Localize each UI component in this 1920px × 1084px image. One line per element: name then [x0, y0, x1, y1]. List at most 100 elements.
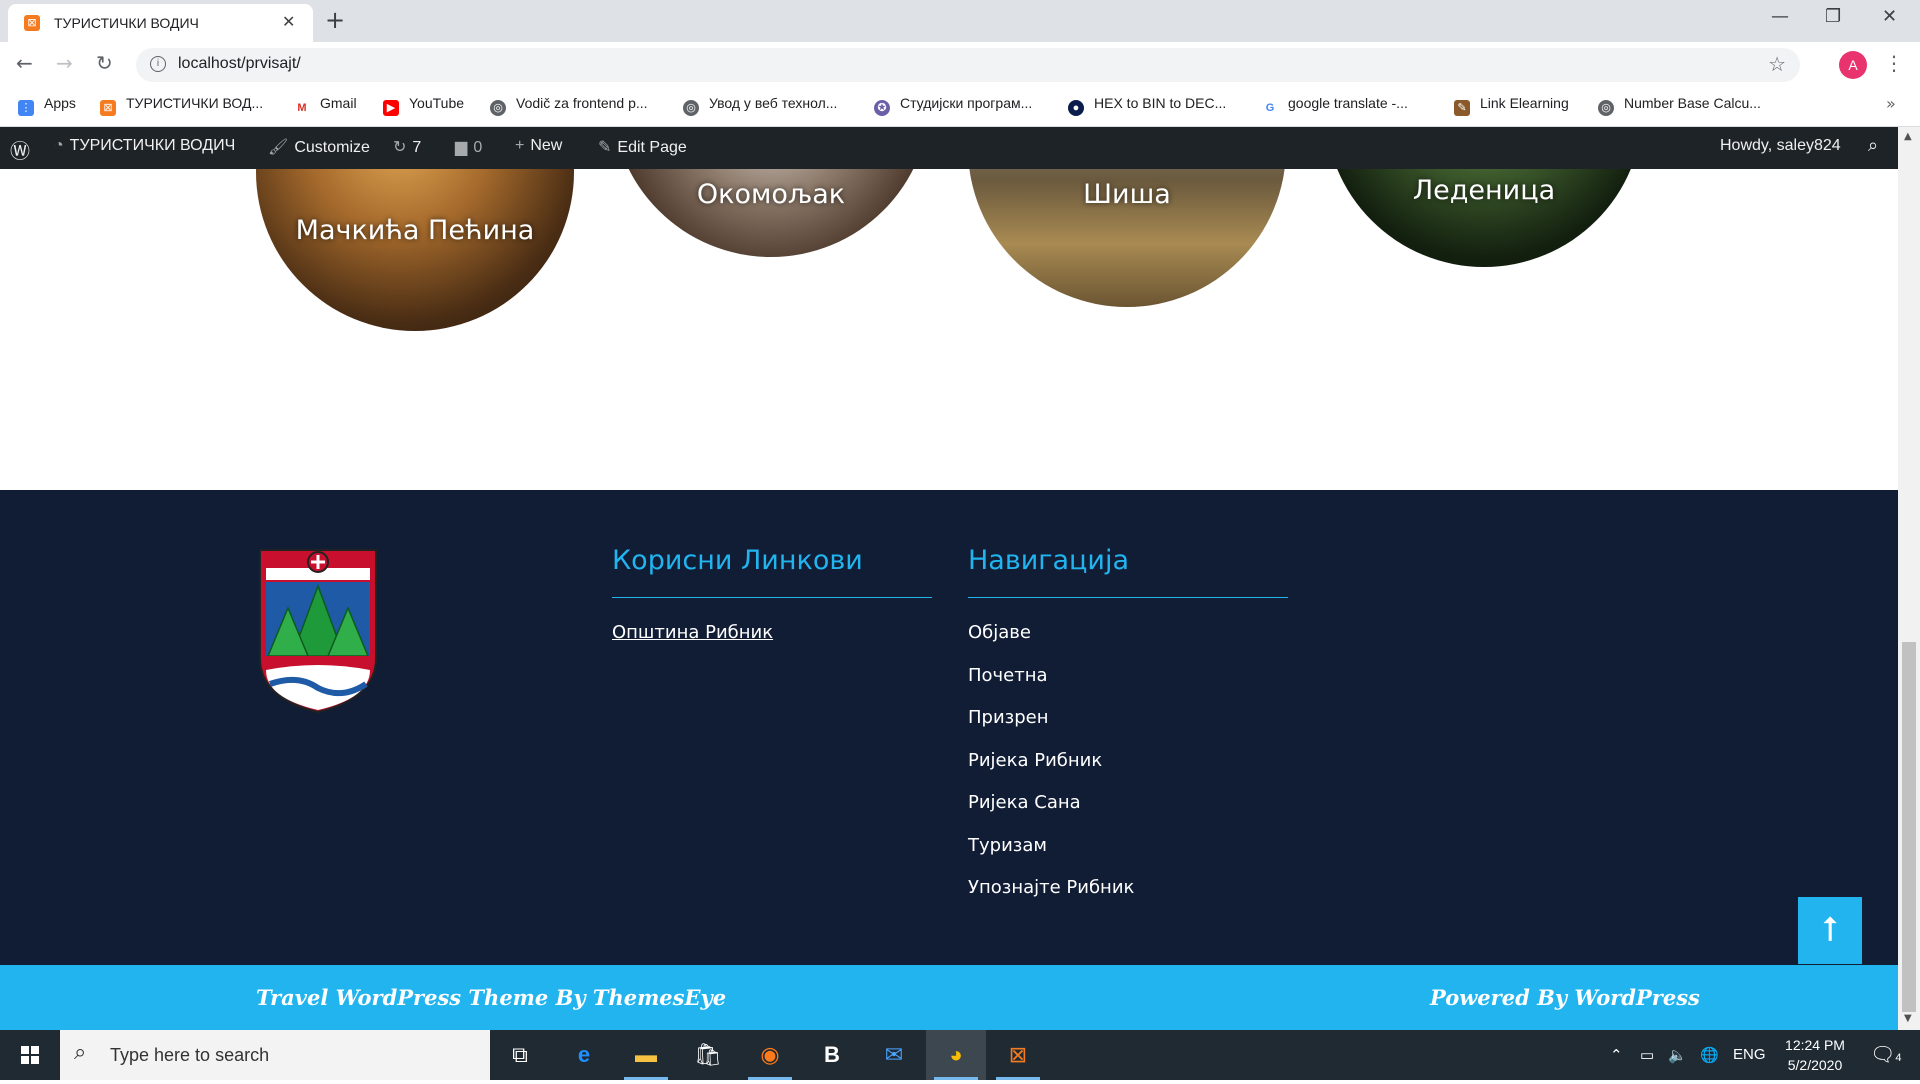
footer-nav-rijeka-ribnik[interactable]: Ријека Рибник: [968, 750, 1102, 771]
browser-tab[interactable]: ⊠ ТУРИСТИЧКИ ВОДИЧ ✕: [8, 4, 313, 42]
place-card-okomoljak[interactable]: Окомољак: [612, 169, 930, 257]
search-icon[interactable]: ⌕: [1868, 135, 1878, 156]
arrow-up-icon: ⭡: [1822, 910, 1838, 950]
store-icon[interactable]: 🛍: [678, 1030, 738, 1080]
file-explorer-icon[interactable]: ▬: [616, 1030, 676, 1080]
footer-nav-prizren[interactable]: Призрен: [968, 707, 1049, 728]
globe-icon: ◎: [1598, 100, 1614, 116]
bootstrap-studio-icon[interactable]: B: [802, 1030, 862, 1080]
municipality-coat-of-arms-icon: [259, 549, 377, 714]
bookmark-youtube[interactable]: ▶ YouTube: [383, 95, 464, 117]
site-info-icon[interactable]: i: [150, 56, 166, 72]
bookmark-studijski[interactable]: ✪ Студијски програм...: [874, 95, 1032, 117]
bookmark-apps[interactable]: ⋮ Apps: [18, 95, 76, 117]
wp-howdy-user[interactable]: Howdy, saley824: [1720, 137, 1841, 155]
show-hidden-icons-icon[interactable]: ⌃: [1610, 1046, 1623, 1064]
bookmark-gmail[interactable]: M Gmail: [294, 95, 357, 117]
wp-admin-bar: Ⓦ ◔ ТУРИСТИЧКИ ВОДИЧ 🖌 Customize ↻ 7 ▆ 0 + Ne…: [0, 127, 1898, 169]
start-button[interactable]: [0, 1030, 60, 1080]
battery-icon[interactable]: ▭: [1640, 1046, 1654, 1064]
bookmark-link-elearning[interactable]: ✎ Link Elearning: [1454, 95, 1569, 117]
wp-site-name[interactable]: ◔ ТУРИСТИЧКИ ВОДИЧ: [54, 137, 235, 155]
firefox-icon[interactable]: ◉: [740, 1030, 800, 1080]
globe-icon: ◎: [683, 100, 699, 116]
bookmark-google-translate[interactable]: Ggoogle translate -...: [1262, 95, 1408, 117]
more-bookmarks-icon[interactable]: »: [1886, 94, 1896, 113]
wp-customize[interactable]: 🖌 Customize: [268, 137, 370, 157]
notification-center-icon[interactable]: 🗨4: [1870, 1042, 1902, 1067]
place-card-shisha[interactable]: Шиша: [968, 169, 1286, 307]
footer-nav-rijeka-sana[interactable]: Ријека Сана: [968, 792, 1081, 813]
powered-by-link[interactable]: Powered By WordPress: [1430, 985, 1700, 1010]
search-icon: ⌕: [74, 1040, 87, 1065]
network-globe-icon[interactable]: 🌐: [1700, 1046, 1719, 1064]
wordpress-logo-icon[interactable]: Ⓦ: [10, 135, 30, 164]
browser-menu-icon[interactable]: ⋮: [1884, 51, 1904, 75]
bookmark-star-icon[interactable]: ☆: [1768, 52, 1786, 76]
xampp-icon: ⊠: [100, 100, 116, 116]
taskbar-search[interactable]: ⌕ Type here to search: [60, 1030, 490, 1080]
wp-edit-page[interactable]: ✎ Edit Page: [598, 137, 687, 157]
notification-count: 4: [1895, 1052, 1902, 1064]
google-icon: G: [1262, 100, 1278, 116]
minimize-window-button[interactable]: —: [1771, 6, 1789, 27]
places-section: Мачкића Пећина Окомољак Шиша Леденица: [0, 169, 1898, 490]
bookmark-hex-bin[interactable]: ● HEX to BIN to DEC...: [1068, 95, 1226, 117]
task-view-icon[interactable]: ⧉: [490, 1030, 550, 1080]
footer-nav-upoznajte-ribnik[interactable]: Упознајте Рибник: [968, 877, 1134, 898]
footer-credits-bar: Travel WordPress Theme By ThemesEye Powe…: [0, 965, 1898, 1030]
bookmark-vodic-frontend[interactable]: ◎ Vodič za frontend p...: [490, 95, 648, 117]
forward-icon[interactable]: →: [56, 51, 73, 75]
close-tab-icon[interactable]: ✕: [282, 12, 295, 31]
scrollbar-thumb[interactable]: [1902, 642, 1916, 1012]
theme-credit-link[interactable]: Travel WordPress Theme By ThemesEye: [256, 985, 726, 1010]
input-language[interactable]: ENG: [1733, 1046, 1766, 1063]
edge-icon[interactable]: e: [554, 1030, 614, 1080]
restore-window-button[interactable]: ❐: [1825, 6, 1841, 27]
footer-nav-pocetna[interactable]: Почетна: [968, 665, 1048, 686]
youtube-icon: ▶: [383, 100, 399, 116]
footer-navigation-title: Навигација: [968, 545, 1130, 576]
bookmark-number-base[interactable]: ◎ Number Base Calcu...: [1598, 95, 1761, 117]
volume-icon[interactable]: 🔈: [1668, 1046, 1687, 1064]
place-name: Леденица: [1412, 175, 1556, 206]
wp-updates[interactable]: ↻ 7: [393, 137, 421, 157]
url-text[interactable]: localhost/prvisajt/: [178, 55, 301, 73]
xampp-taskbar-icon[interactable]: ⊠: [988, 1030, 1048, 1080]
footer-nav-turizam[interactable]: Туризам: [968, 835, 1047, 856]
brush-icon: 🖌: [268, 139, 289, 156]
page-scrollbar[interactable]: ▲ ▼: [1898, 127, 1920, 1030]
footer-nav-objave[interactable]: Објаве: [968, 622, 1031, 643]
footer-divider: [612, 597, 932, 598]
back-icon[interactable]: ←: [16, 51, 33, 75]
system-clock[interactable]: 12:24 PM 5/2/2020: [1770, 1035, 1860, 1075]
footer-link-opstina-ribnik[interactable]: Општина Рибник: [612, 622, 773, 643]
chrome-icon[interactable]: ◕: [926, 1030, 986, 1080]
wp-new[interactable]: + New: [515, 137, 562, 155]
university-seal-icon: ✪: [874, 100, 890, 116]
site-footer: Корисни Линкови Општина Рибник Навигациј…: [0, 490, 1898, 965]
scroll-up-arrow-icon[interactable]: ▲: [1904, 131, 1912, 142]
footer-divider: [968, 597, 1288, 598]
place-card-machkica-pecina[interactable]: Мачкића Пећина: [256, 169, 574, 331]
profile-avatar[interactable]: A: [1839, 51, 1867, 79]
scroll-down-arrow-icon[interactable]: ▼: [1904, 1013, 1912, 1024]
place-name: Окомољак: [696, 179, 846, 210]
address-bar[interactable]: i localhost/prvisajt/ ☆: [136, 48, 1800, 82]
bookmarks-bar: ⋮ Apps ⊠ ТУРИСТИЧКИ ВОД... M Gmail ▶ YouTube…: [0, 87, 1920, 127]
new-tab-button[interactable]: +: [325, 6, 345, 34]
place-card-ledenica[interactable]: Леденица: [1325, 169, 1643, 267]
reload-icon[interactable]: ↻: [96, 51, 113, 75]
clock-date: 5/2/2020: [1787, 1057, 1843, 1073]
scroll-to-top-button[interactable]: ⭡: [1798, 897, 1862, 964]
footer-useful-links-title: Корисни Линкови: [612, 545, 863, 576]
rapid-tables-icon: ●: [1068, 100, 1084, 116]
wp-comments[interactable]: ▆ 0: [455, 137, 482, 157]
place-name: Шиша: [1083, 179, 1171, 210]
plus-icon: +: [515, 137, 525, 154]
mail-icon[interactable]: ✉: [864, 1030, 924, 1080]
bookmark-tourist-guide[interactable]: ⊠ ТУРИСТИЧКИ ВОД...: [100, 95, 263, 117]
comment-icon: ▆: [455, 139, 468, 156]
bookmark-uvod-veb[interactable]: ◎ Увод у веб технол...: [683, 95, 837, 117]
close-window-button[interactable]: ✕: [1882, 6, 1897, 27]
